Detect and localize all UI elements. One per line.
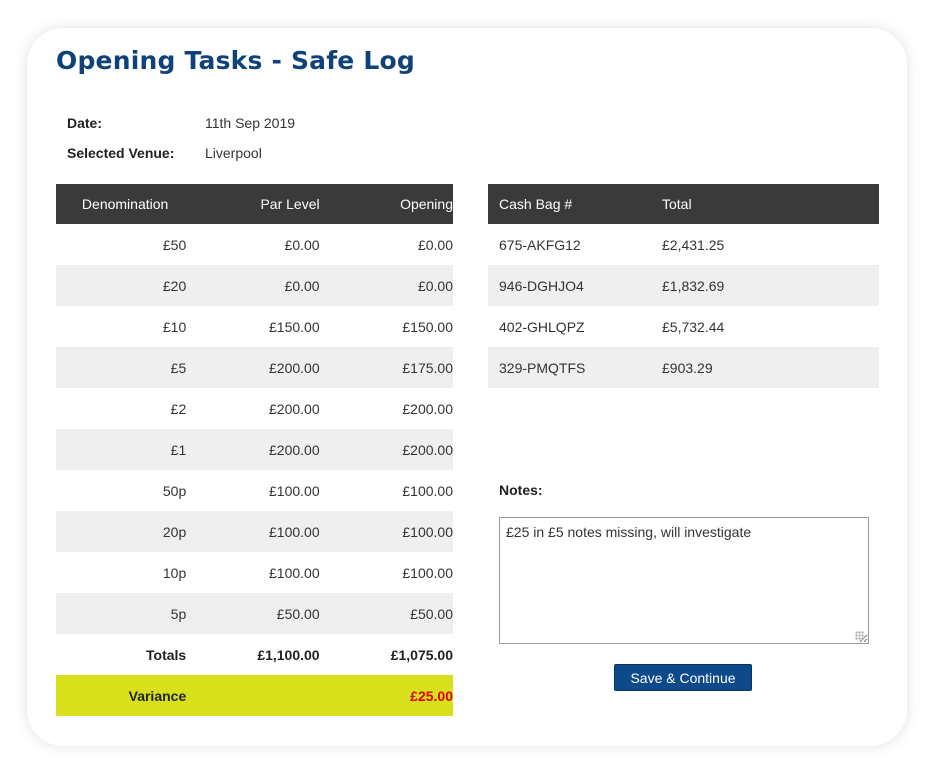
opening-cell[interactable]: £0.00 [320, 224, 453, 265]
column-header-opening: Opening [319, 184, 453, 224]
par-level-cell: £150.00 [269, 318, 320, 335]
cash-bag-total: £2,431.25 [662, 236, 725, 253]
table-row: £50 £0.00 £0.00 [56, 224, 453, 265]
denomination-cell: £20 [56, 265, 187, 306]
opening-cell[interactable]: £200.00 [319, 429, 453, 470]
table-row[interactable]: 329-PMQTFS £903.29 [488, 347, 879, 388]
cash-bag-table: Cash Bag # Total 675-AKFG12 £2,431.25 94… [488, 184, 879, 388]
cash-bag-id: 329-PMQTFS [488, 347, 651, 388]
table-row: 5p £50.00 £50.00 [56, 593, 453, 634]
resize-grip-icon[interactable] [855, 631, 864, 640]
par-level-cell: £0.00 [284, 236, 320, 253]
cash-bag-id: 946-DGHJO4 [488, 265, 651, 306]
denomination-cell: £10 [162, 318, 187, 335]
meta-info: Date: 11th Sep 2019 Selected Venue: Live… [67, 114, 295, 174]
denomination-cell: £2 [170, 400, 187, 417]
cash-bag-id: 402-GHLQPZ [499, 318, 585, 335]
par-level-cell: £100.00 [269, 564, 320, 581]
denomination-cell: £5 [56, 347, 187, 388]
table-row: 10p £100.00 £100.00 [56, 552, 453, 593]
par-level-cell: £200.00 [186, 429, 320, 470]
cash-bag-header-row: Cash Bag # Total [488, 184, 879, 224]
denomination-cell: £50 [162, 236, 187, 253]
denomination-cell: 10p [162, 564, 187, 581]
variance-amount: £25.00 [319, 675, 453, 716]
denomination-header-row: Denomination Par Level Opening [56, 184, 453, 224]
date-value: 11th Sep 2019 [205, 115, 296, 131]
par-level-cell: £0.00 [186, 265, 320, 306]
table-row: £2 £200.00 £200.00 [56, 388, 453, 429]
denomination-cell: 50p [162, 482, 187, 499]
denomination-cell: 20p [56, 511, 187, 552]
cash-bag-id: 675-AKFG12 [499, 236, 581, 253]
denomination-cell: £1 [56, 429, 187, 470]
cash-bag-total: £1,832.69 [651, 265, 879, 306]
column-header-total: Total [651, 184, 879, 224]
par-level-cell: £100.00 [186, 511, 320, 552]
table-row[interactable]: 402-GHLQPZ £5,732.44 [488, 306, 879, 347]
variance-par-level [186, 675, 320, 716]
denomination-cell: 5p [56, 593, 187, 634]
par-level-cell: £100.00 [269, 482, 320, 499]
venue-row: Selected Venue: Liverpool [67, 144, 295, 174]
cash-bag-total: £903.29 [651, 347, 879, 388]
table-row: £1 £200.00 £200.00 [56, 429, 453, 470]
column-header-par-level: Par Level [186, 184, 320, 224]
opening-cell[interactable]: £200.00 [320, 388, 453, 429]
column-header-denomination: Denomination [56, 184, 187, 224]
par-level-cell: £200.00 [269, 400, 320, 417]
table-row: £5 £200.00 £175.00 [56, 347, 453, 388]
table-row: £10 £150.00 £150.00 [56, 306, 453, 347]
totals-opening: £1,075.00 [390, 646, 453, 663]
table-row[interactable]: 946-DGHJO4 £1,832.69 [488, 265, 879, 306]
opening-cell[interactable]: £150.00 [320, 306, 453, 347]
notes-label: Notes: [499, 482, 543, 498]
table-row: 50p £100.00 £100.00 [56, 470, 453, 511]
notes-textarea[interactable]: £25 in £5 notes missing, will investigat… [499, 517, 869, 644]
save-continue-button[interactable]: Save & Continue [614, 664, 752, 691]
par-level-cell: £200.00 [186, 347, 320, 388]
venue-value: Liverpool [205, 145, 262, 161]
opening-cell[interactable]: £100.00 [320, 552, 453, 593]
denomination-table: Denomination Par Level Opening £50 £0.00… [56, 184, 453, 716]
column-header-cash-bag: Cash Bag # [488, 184, 651, 224]
date-label: Date: [67, 115, 103, 131]
table-row[interactable]: 675-AKFG12 £2,431.25 [488, 224, 879, 265]
table-row: £20 £0.00 £0.00 [56, 265, 453, 306]
variance-label: Variance [56, 675, 187, 716]
date-row: Date: 11th Sep 2019 [67, 114, 295, 144]
cash-bag-total: £5,732.44 [662, 318, 725, 335]
table-row: 20p £100.00 £100.00 [56, 511, 453, 552]
totals-par-level: £1,100.00 [257, 646, 320, 663]
page-title: Opening Tasks - Safe Log [56, 46, 415, 75]
opening-cell[interactable]: £100.00 [320, 470, 453, 511]
opening-cell[interactable]: £100.00 [319, 511, 453, 552]
opening-cell[interactable]: £50.00 [319, 593, 453, 634]
par-level-cell: £50.00 [186, 593, 320, 634]
variance-row: Variance £25.00 [56, 675, 453, 716]
opening-cell[interactable]: £0.00 [319, 265, 453, 306]
opening-cell[interactable]: £175.00 [319, 347, 453, 388]
totals-label: Totals [146, 646, 187, 663]
venue-label: Selected Venue: [67, 145, 175, 161]
totals-row: Totals £1,100.00 £1,075.00 [56, 634, 453, 675]
